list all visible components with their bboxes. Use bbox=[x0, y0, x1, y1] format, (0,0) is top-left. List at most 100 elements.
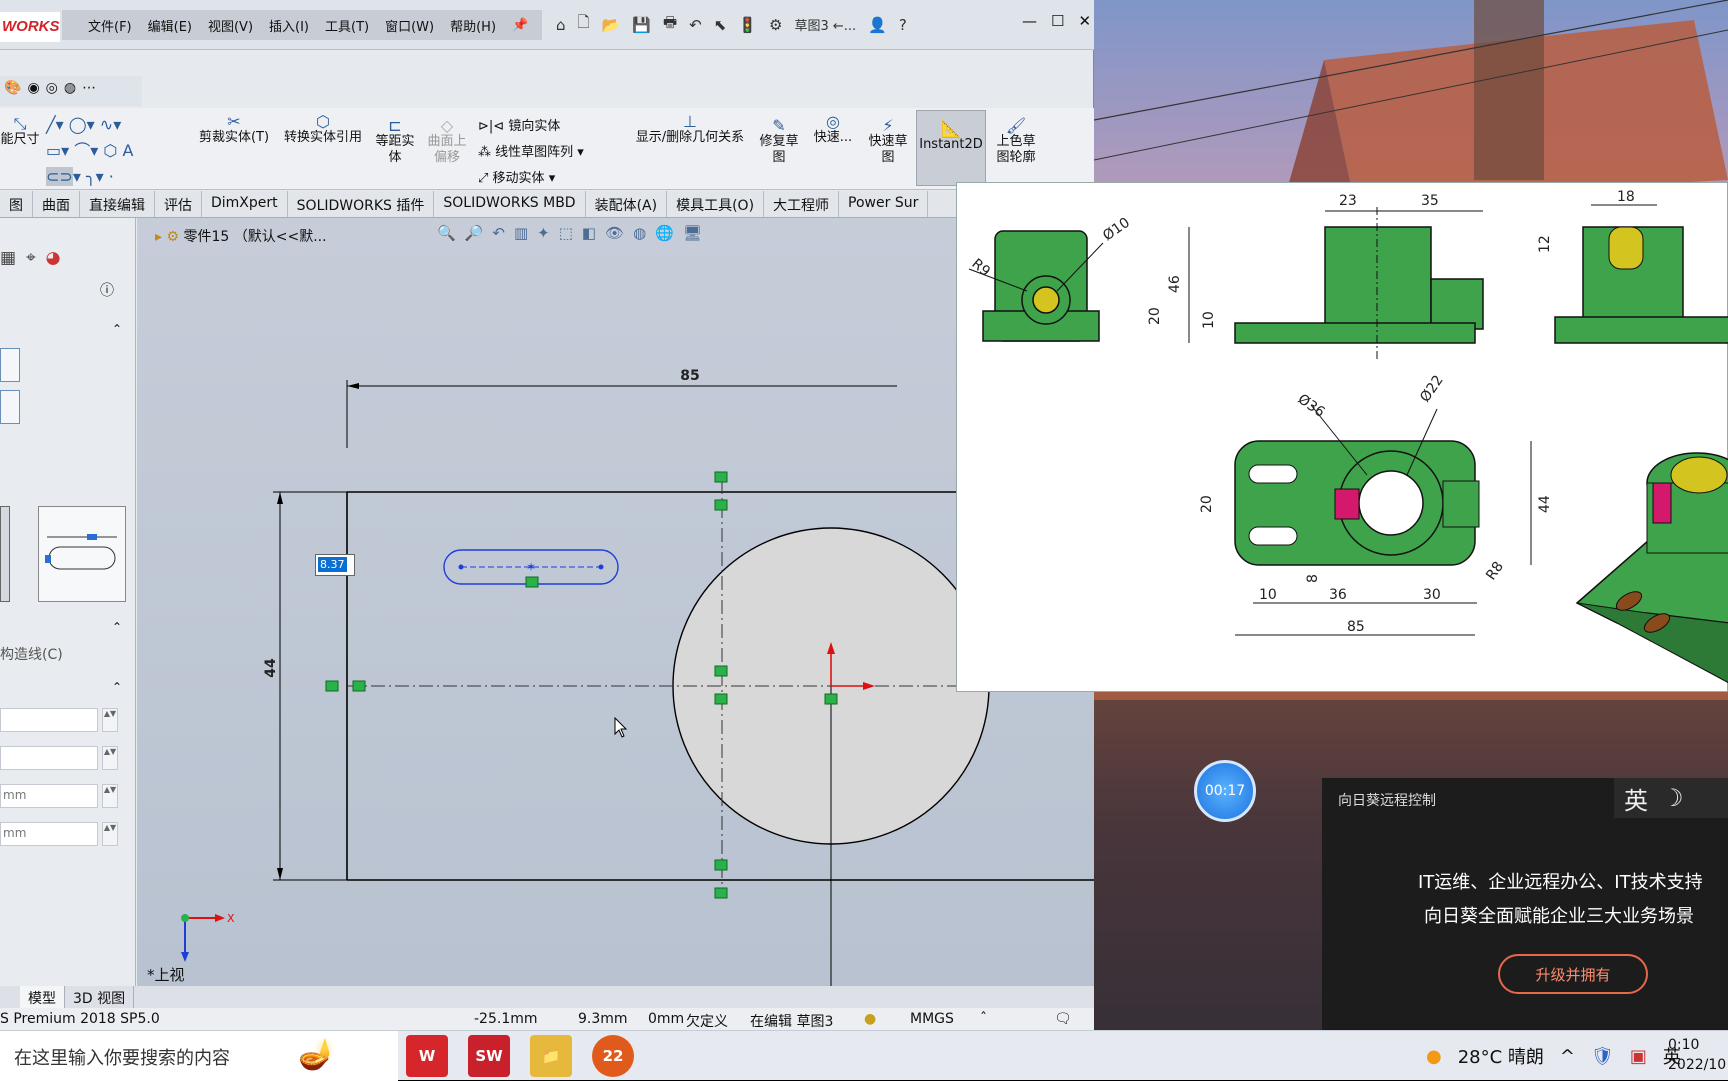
param-spinner-1[interactable]: ▲▼ bbox=[102, 708, 118, 732]
tab-mold-tools[interactable]: 模具工具(O) bbox=[667, 191, 765, 217]
tab-evaluate[interactable]: 评估 bbox=[155, 191, 202, 217]
move-entities-button[interactable]: ⤢ 移动实体 ▾ bbox=[478, 166, 618, 192]
tab-3d-views[interactable]: 3D 视图 bbox=[65, 986, 135, 1008]
options-gear-icon[interactable]: ⚙ bbox=[769, 16, 782, 34]
dimension-edit-box[interactable]: 8.37 bbox=[315, 554, 355, 576]
home-icon[interactable]: ⌂ bbox=[556, 16, 566, 34]
menu-tools[interactable]: 工具(T) bbox=[325, 16, 369, 35]
linear-pattern-button[interactable]: ⁂ 线性草图阵列 ▾ bbox=[478, 140, 618, 166]
line-icon[interactable]: ╱ bbox=[46, 115, 56, 134]
sketch-canvas[interactable]: 85 44 ✶ X bbox=[137, 218, 1094, 994]
new-document-icon[interactable]: 🗋 bbox=[578, 12, 590, 37]
offset-on-surface-button[interactable]: ◇ 曲面上 偏移 bbox=[424, 118, 470, 166]
smart-dimension-button[interactable]: ⤡ 能尺寸 bbox=[0, 116, 40, 148]
display-manager-icon[interactable]: ◕ bbox=[46, 248, 61, 268]
collapse-icon-2[interactable]: ⌃ bbox=[112, 620, 122, 634]
menu-view[interactable]: 视图(V) bbox=[208, 16, 253, 35]
help-icon[interactable]: ? bbox=[899, 16, 907, 34]
wps-app-icon[interactable]: W bbox=[406, 1035, 448, 1077]
slot-type-option-2[interactable] bbox=[38, 506, 126, 602]
tab-power-surfacing[interactable]: Power Sur bbox=[839, 191, 929, 217]
dimension-edit-value[interactable]: 8.37 bbox=[318, 557, 347, 572]
shaded-contours-button[interactable]: 🖌 上色草 图轮廓 bbox=[990, 118, 1042, 166]
tab-addins[interactable]: SOLIDWORKS 插件 bbox=[288, 191, 435, 217]
param-spinner-2[interactable]: ▲▼ bbox=[102, 746, 118, 770]
graphics-area[interactable]: ▸ ⚙ 零件15 （默认<<默... 🔍 🔎 ↶ ▥ ✦ ⬚ ◧ 👁 ◍ 🌐 🖥… bbox=[137, 218, 1094, 994]
dimxpert-icon[interactable]: ⌖ bbox=[26, 248, 36, 268]
display-icon[interactable]: ◎ bbox=[46, 80, 58, 102]
minimize-icon[interactable]: — bbox=[1022, 12, 1037, 30]
tab-sketch[interactable]: 图 bbox=[0, 191, 33, 217]
slot-icon[interactable]: ⊂⊃ bbox=[46, 167, 73, 186]
weather-text[interactable]: 28°C 晴朗 bbox=[1458, 1043, 1544, 1069]
fillet-icon[interactable]: ╮ bbox=[86, 167, 96, 186]
collapse-icon-3[interactable]: ⌃ bbox=[112, 680, 122, 694]
tab-surfaces[interactable]: 曲面 bbox=[33, 191, 80, 217]
taskbar-search-box[interactable]: 在这里输入你要搜索的内容 bbox=[0, 1031, 398, 1081]
upgrade-button[interactable]: 升级并拥有 bbox=[1498, 954, 1648, 994]
rebuild-icon[interactable]: 🚦 bbox=[738, 16, 757, 34]
menu-insert[interactable]: 插入(I) bbox=[269, 16, 309, 35]
recording-timer[interactable]: 00:17 bbox=[1194, 760, 1256, 822]
trim-entities-button[interactable]: ✂ 剪裁实体(T) bbox=[196, 114, 272, 146]
help-circle-icon[interactable]: ⓘ bbox=[100, 280, 114, 300]
tab-direct-editing[interactable]: 直接编辑 bbox=[80, 191, 155, 217]
repair-sketch-button[interactable]: ✎ 修复草 图 bbox=[756, 118, 802, 166]
tooltip-icon[interactable]: 🗨 bbox=[1054, 1011, 1072, 1027]
param-field-1[interactable] bbox=[0, 708, 98, 732]
maximize-icon[interactable]: ☐ bbox=[1051, 12, 1064, 30]
close-icon[interactable]: ✕ bbox=[1078, 12, 1091, 30]
tab-mbd[interactable]: SOLIDWORKS MBD bbox=[434, 191, 586, 217]
circle-icon[interactable]: ◯ bbox=[69, 115, 87, 134]
pin-icon[interactable]: 📌 bbox=[512, 18, 528, 33]
rapid-sketch-button[interactable]: ⚡ 快速草 图 bbox=[862, 118, 914, 166]
tab-engineer[interactable]: 大工程师 bbox=[764, 191, 840, 217]
tab-dimxpert[interactable]: DimXpert bbox=[202, 191, 288, 217]
slot-length-field[interactable]: mm bbox=[0, 784, 98, 808]
app-22-icon[interactable]: 22 bbox=[592, 1035, 634, 1077]
text-icon[interactable]: A bbox=[122, 141, 133, 160]
instant2d-button[interactable]: 📐 Instant2D bbox=[916, 110, 986, 186]
security-shield-icon[interactable]: 🛡 bbox=[1591, 1046, 1614, 1067]
moon-icon[interactable]: ☽ bbox=[1662, 784, 1684, 812]
relation-option-2[interactable] bbox=[0, 390, 20, 424]
param-spinner-3[interactable]: ▲▼ bbox=[102, 784, 118, 808]
arc-icon[interactable]: ⌒ bbox=[74, 141, 90, 160]
mirror-entities-button[interactable]: ⊳|⊲ 镜向实体 bbox=[478, 114, 618, 140]
solidworks-app-icon[interactable]: SW bbox=[468, 1035, 510, 1077]
more-icon[interactable]: ⋯ bbox=[82, 80, 96, 102]
rectangle-icon[interactable]: ▭ bbox=[46, 141, 61, 160]
unit-system[interactable]: MMGS bbox=[910, 1011, 954, 1027]
offset-entities-button[interactable]: ⊏ 等距实 体 bbox=[372, 118, 418, 166]
polygon-icon[interactable]: ⬡ bbox=[103, 141, 117, 160]
spline-icon[interactable]: ∿ bbox=[100, 115, 113, 134]
select-icon[interactable]: ⬉ bbox=[714, 16, 727, 34]
param-field-2[interactable] bbox=[0, 746, 98, 770]
undo-icon[interactable]: ↶ bbox=[689, 16, 702, 34]
open-icon[interactable]: 📂 bbox=[602, 16, 621, 34]
relation-option-1[interactable] bbox=[0, 348, 20, 382]
appearance-icon[interactable]: 🎨 bbox=[4, 80, 21, 102]
user-icon[interactable]: 👤 bbox=[868, 16, 887, 34]
menu-window[interactable]: 窗口(W) bbox=[385, 16, 434, 35]
save-icon[interactable]: 💾 bbox=[632, 16, 651, 34]
unit-arrow-icon[interactable]: ˆ bbox=[980, 1011, 987, 1027]
tab-model[interactable]: 模型 bbox=[20, 986, 65, 1008]
tray-app-icon[interactable]: ▣ bbox=[1630, 1046, 1647, 1067]
ime-language-toggle[interactable]: 英 bbox=[1624, 781, 1648, 816]
print-icon[interactable]: 🖶 bbox=[663, 12, 677, 37]
point-icon[interactable]: · bbox=[109, 167, 114, 186]
convert-entities-button[interactable]: ⬡ 转换实体引用 bbox=[278, 114, 368, 146]
file-explorer-icon[interactable]: 📁 bbox=[530, 1035, 572, 1077]
collapse-icon[interactable]: ⌃ bbox=[112, 322, 122, 336]
rebuild-light-icon[interactable]: ● bbox=[864, 1011, 876, 1027]
slot-type-option-1[interactable] bbox=[0, 506, 10, 602]
param-spinner-4[interactable]: ▲▼ bbox=[102, 822, 118, 846]
config-icon[interactable]: ▦ bbox=[0, 248, 16, 268]
quick-snaps-button[interactable]: ◎ 快速... bbox=[808, 114, 858, 146]
menu-help[interactable]: 帮助(H) bbox=[450, 16, 496, 35]
tab-assembly[interactable]: 装配体(A) bbox=[586, 191, 668, 217]
slot-width-field[interactable]: mm bbox=[0, 822, 98, 846]
menu-edit[interactable]: 编辑(E) bbox=[148, 16, 192, 35]
hide-icon[interactable]: ◍ bbox=[64, 80, 76, 102]
